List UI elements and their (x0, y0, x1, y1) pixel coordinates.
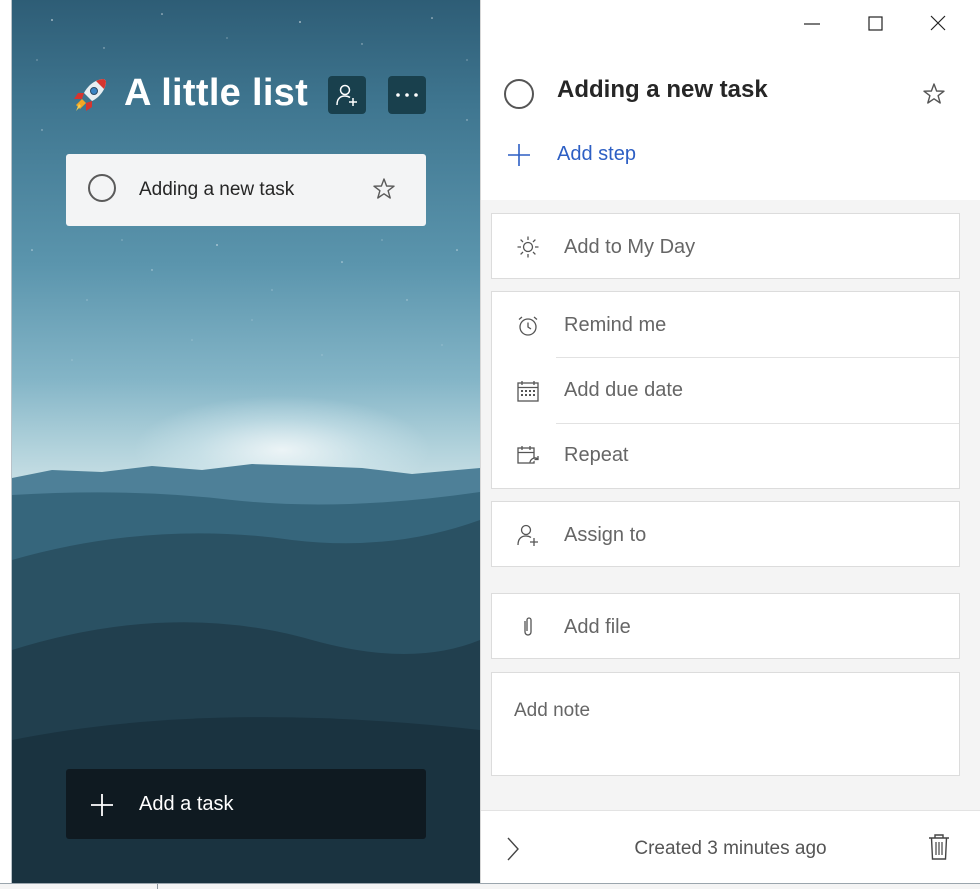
maximize-icon[interactable] (861, 10, 891, 38)
note-field[interactable]: Add note (491, 672, 960, 776)
alarm-clock-icon (518, 316, 538, 336)
detail-footer: Created 3 minutes ago (481, 810, 980, 884)
note-placeholder: Add note (514, 700, 591, 721)
person-add-icon (336, 84, 357, 106)
detail-header: Adding a new task Add step (481, 0, 980, 200)
add-file-row[interactable]: Add file (491, 593, 960, 659)
repeat-row[interactable]: Repeat (492, 424, 959, 489)
close-icon[interactable] (923, 10, 953, 38)
minimize-icon[interactable] (797, 10, 827, 38)
task-item[interactable]: Adding a new task (66, 154, 426, 226)
window-bottom-tick (157, 884, 158, 889)
plus-icon[interactable] (507, 143, 531, 167)
add-task-button[interactable]: Add a task (66, 769, 426, 839)
plus-icon (91, 794, 113, 816)
sun-icon (517, 236, 539, 258)
landscape (12, 464, 480, 883)
assign-to-row[interactable]: Assign to (491, 501, 960, 567)
calendar-icon (517, 381, 539, 402)
share-list-button[interactable] (328, 76, 366, 114)
paperclip-icon (524, 617, 532, 636)
task-detail-panel: Adding a new task Add step Add to My Day… (480, 0, 980, 884)
star-icon[interactable] (371, 176, 397, 202)
repeat-label: Repeat (564, 444, 629, 466)
add-due-date-label: Add due date (564, 379, 683, 401)
list-panel: A little list Adding a new task Add a ta… (12, 0, 480, 883)
list-title: A little list (124, 72, 309, 114)
dates-card: Remind me Add due date Repeat (491, 291, 960, 489)
more-icon (396, 93, 418, 97)
add-file-label: Add file (564, 616, 631, 638)
add-to-my-day-row[interactable]: Add to My Day (491, 213, 960, 279)
rocket-icon (74, 78, 106, 111)
assign-to-label: Assign to (564, 524, 647, 546)
remind-me-label: Remind me (564, 314, 667, 336)
person-add-icon (517, 524, 538, 546)
star-icon[interactable] (921, 81, 947, 107)
detail-complete-checkbox[interactable] (504, 79, 534, 109)
add-step-button[interactable]: Add step (557, 143, 636, 166)
trash-icon[interactable] (927, 833, 951, 861)
more-options-button[interactable] (388, 76, 426, 114)
add-to-my-day-label: Add to My Day (564, 236, 696, 258)
repeat-icon (517, 446, 539, 464)
task-complete-checkbox[interactable] (88, 174, 116, 202)
window-bottom-strip (0, 884, 980, 889)
created-timestamp: Created 3 minutes ago (634, 838, 827, 859)
remind-me-row[interactable]: Remind me (492, 292, 959, 357)
detail-task-title[interactable]: Adding a new task (557, 76, 768, 104)
list-header: A little list (70, 72, 308, 115)
task-title: Adding a new task (139, 179, 295, 200)
add-task-label: Add a task (139, 793, 234, 815)
add-due-date-row[interactable]: Add due date (492, 358, 959, 423)
